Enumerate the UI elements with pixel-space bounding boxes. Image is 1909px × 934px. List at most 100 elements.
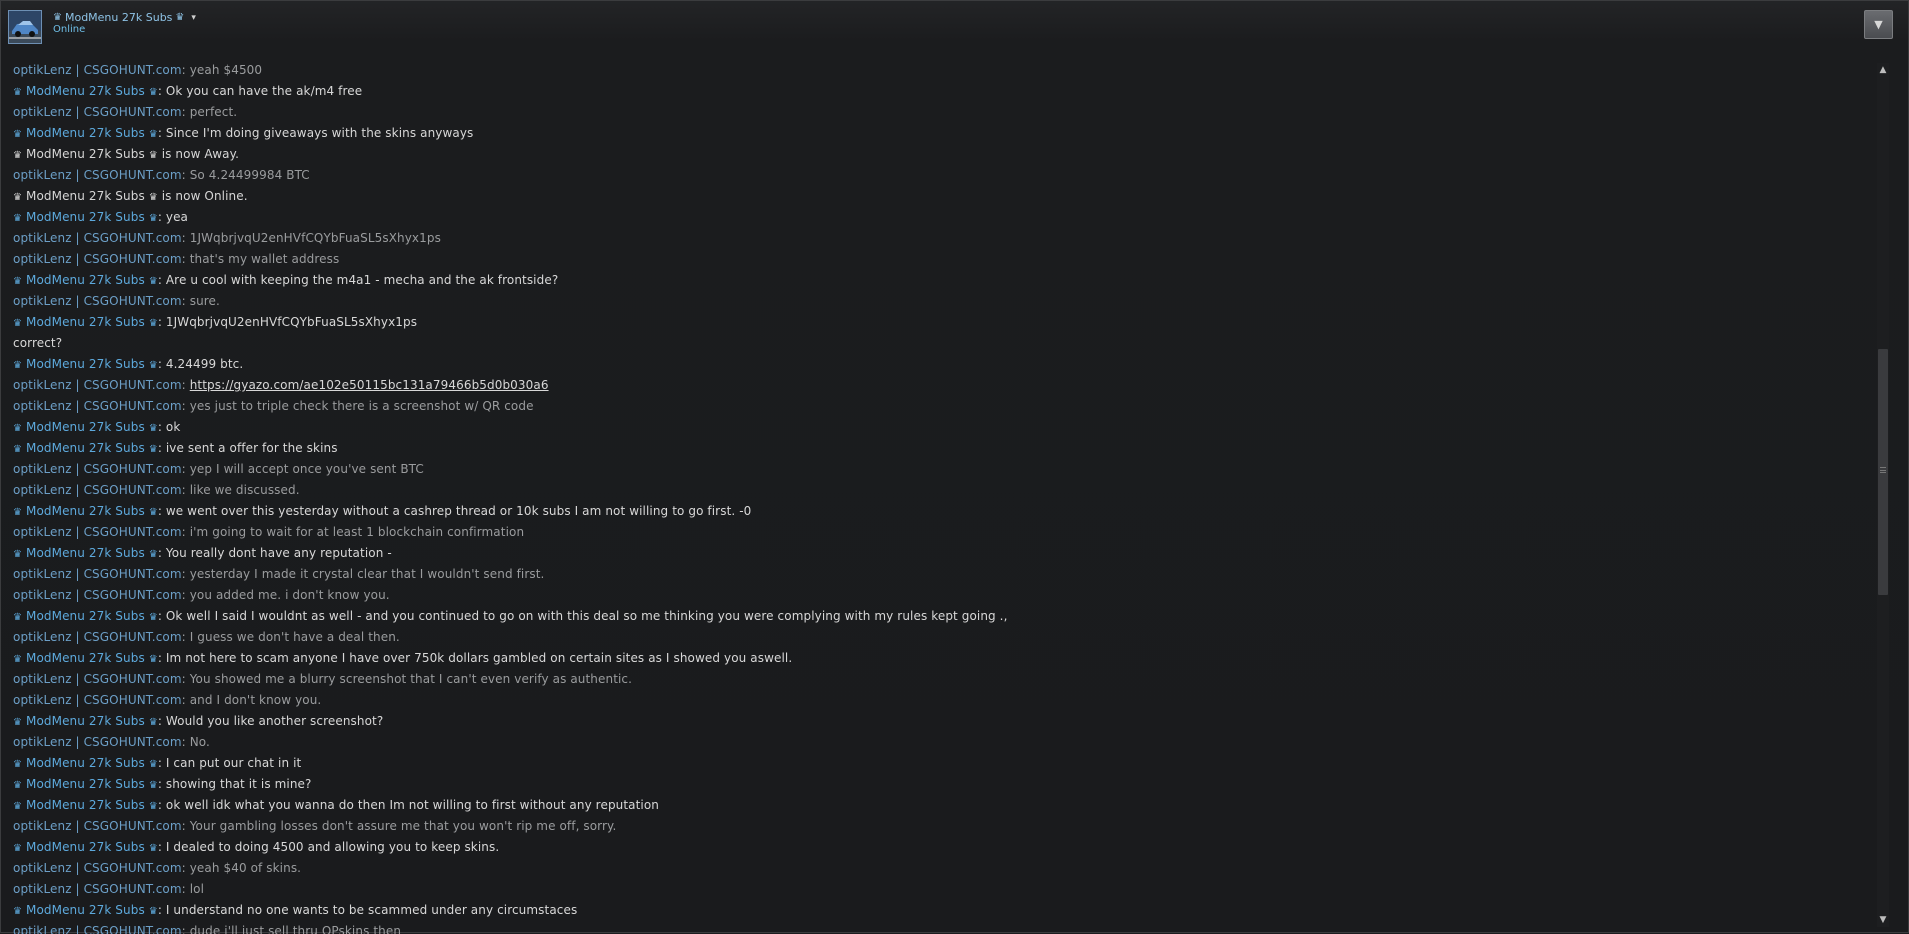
message-sender[interactable]: optikLenz | CSGOHUNT.com: [13, 63, 182, 77]
message-text: You really dont have any reputation -: [165, 546, 392, 560]
message-sender[interactable]: ModMenu 27k Subs: [26, 777, 145, 791]
message-sender[interactable]: optikLenz | CSGOHUNT.com: [13, 294, 182, 308]
chat-message: optikLenz | CSGOHUNT.com: So 4.24499984 …: [13, 168, 310, 182]
message-sender[interactable]: ModMenu 27k Subs: [26, 126, 145, 140]
crown-icon: ♛: [13, 444, 23, 455]
message-sender[interactable]: optikLenz | CSGOHUNT.com: [13, 252, 182, 266]
chat-message: optikLenz | CSGOHUNT.com: dude i'll just…: [13, 921, 1873, 934]
chevron-down-icon[interactable]: ▾: [191, 13, 196, 23]
chat-message: optikLenz | CSGOHUNT.com: yes just to tr…: [13, 399, 534, 413]
avatar-car-image: [9, 11, 41, 43]
crown-icon: ♛: [13, 507, 23, 518]
message-sender[interactable]: optikLenz | CSGOHUNT.com: [13, 672, 182, 686]
chat-message: ♛ ModMenu 27k Subs ♛: 4.24499 btc.: [13, 357, 244, 371]
message-sender[interactable]: ModMenu 27k Subs: [26, 189, 145, 203]
crown-icon: ♛: [148, 801, 158, 812]
scrollbar[interactable]: ▲ ▼: [1877, 63, 1889, 927]
message-sender[interactable]: optikLenz | CSGOHUNT.com: [13, 567, 182, 581]
crown-icon: ♛: [13, 780, 23, 791]
message-sender[interactable]: ModMenu 27k Subs: [26, 441, 145, 455]
crown-icon: ♛: [13, 654, 23, 665]
message-sender[interactable]: optikLenz | CSGOHUNT.com: [13, 105, 182, 119]
chat-message: ♛ ModMenu 27k Subs ♛: showing that it is…: [13, 777, 312, 791]
message-sender[interactable]: optikLenz | CSGOHUNT.com: [13, 630, 182, 644]
message-sender[interactable]: ModMenu 27k Subs: [26, 609, 145, 623]
message-text: you added me. i don't know you.: [189, 588, 390, 602]
crown-icon: ♛: [13, 360, 23, 371]
chat-message: optikLenz | CSGOHUNT.com: perfect.: [13, 105, 238, 119]
chat-message: optikLenz | CSGOHUNT.com: like we discus…: [13, 483, 300, 497]
message-sender[interactable]: optikLenz | CSGOHUNT.com: [13, 525, 182, 539]
chat-message: optikLenz | CSGOHUNT.com: lol: [13, 882, 205, 896]
message-sender[interactable]: ModMenu 27k Subs: [26, 315, 145, 329]
message-sender[interactable]: optikLenz | CSGOHUNT.com: [13, 693, 182, 707]
friend-name-text: ModMenu 27k Subs: [64, 11, 173, 24]
crown-icon: ♛: [148, 423, 158, 434]
message-sender[interactable]: ModMenu 27k Subs: [26, 357, 145, 371]
message-sender[interactable]: optikLenz | CSGOHUNT.com: [13, 882, 182, 896]
message-text: yea: [165, 210, 189, 224]
chat-message: ♛ ModMenu 27k Subs ♛: I can put our chat…: [13, 756, 302, 770]
message-text: ok well idk what you wanna do then Im no…: [165, 798, 660, 812]
message-sender[interactable]: optikLenz | CSGOHUNT.com: [13, 168, 182, 182]
crown-icon: ♛: [148, 318, 158, 329]
message-sender[interactable]: optikLenz | CSGOHUNT.com: [13, 231, 182, 245]
crown-icon: ♛: [148, 213, 158, 224]
message-sender[interactable]: ModMenu 27k Subs: [26, 210, 145, 224]
message-sender[interactable]: optikLenz | CSGOHUNT.com: [13, 462, 182, 476]
message-text: 1JWqbrjvqU2enHVfCQYbFuaSL5sXhyx1ps: [189, 231, 441, 245]
message-text: we went over this yesterday without a ca…: [165, 504, 752, 518]
crown-icon: ♛: [148, 192, 158, 203]
message-sender[interactable]: ModMenu 27k Subs: [26, 546, 145, 560]
chat-message: optikLenz | CSGOHUNT.com: sure.: [13, 294, 220, 308]
message-sender[interactable]: optikLenz | CSGOHUNT.com: [13, 588, 182, 602]
message-sender[interactable]: optikLenz | CSGOHUNT.com: [13, 735, 182, 749]
message-sender[interactable]: ModMenu 27k Subs: [26, 651, 145, 665]
crown-icon: ♛: [13, 129, 23, 140]
status-text: is now Online.: [161, 189, 248, 203]
chat-message: optikLenz | CSGOHUNT.com: i'm going to w…: [13, 525, 525, 539]
message-sender[interactable]: ModMenu 27k Subs: [26, 273, 145, 287]
friend-name[interactable]: ♛ ModMenu 27k Subs ♛ ▾: [53, 11, 196, 24]
message-sender[interactable]: optikLenz | CSGOHUNT.com: [13, 861, 182, 875]
message-text: yes just to triple check there is a scre…: [189, 399, 534, 413]
message-text: perfect.: [189, 105, 238, 119]
scroll-up-icon[interactable]: ▲: [1877, 63, 1889, 77]
message-sender[interactable]: ModMenu 27k Subs: [26, 147, 145, 161]
menu-button[interactable]: ▼: [1864, 10, 1893, 39]
message-sender[interactable]: ModMenu 27k Subs: [26, 903, 145, 917]
message-link[interactable]: https://gyazo.com/ae102e50115bc131a79466…: [190, 378, 549, 392]
message-text: You showed me a blurry screenshot that I…: [189, 672, 633, 686]
message-sender[interactable]: ModMenu 27k Subs: [26, 420, 145, 434]
scroll-thumb[interactable]: [1878, 349, 1888, 595]
message-text: No.: [189, 735, 210, 749]
message-sender[interactable]: ModMenu 27k Subs: [26, 714, 145, 728]
chat-message: optikLenz | CSGOHUNT.com: yeah $40 of sk…: [13, 861, 302, 875]
message-sender[interactable]: optikLenz | CSGOHUNT.com: [13, 819, 182, 833]
message-sender[interactable]: ModMenu 27k Subs: [26, 756, 145, 770]
message-text: ive sent a offer for the skins: [165, 441, 338, 455]
message-sender[interactable]: optikLenz | CSGOHUNT.com: [13, 378, 182, 392]
message-text: I understand no one wants to be scammed …: [165, 903, 578, 917]
message-text: Would you like another screenshot?: [165, 714, 384, 728]
message-sender[interactable]: ModMenu 27k Subs: [26, 504, 145, 518]
message-sender[interactable]: optikLenz | CSGOHUNT.com: [13, 399, 182, 413]
chat-log[interactable]: optikLenz | CSGOHUNT.com: yeah $4500 ♛ Mo…: [13, 60, 1873, 934]
chat-message: optikLenz | CSGOHUNT.com: yeah $4500: [13, 63, 263, 77]
chat-message: ♛ ModMenu 27k Subs ♛: Ok well I said I w…: [13, 609, 1008, 623]
message-text: 1JWqbrjvqU2enHVfCQYbFuaSL5sXhyx1ps: [165, 315, 418, 329]
crown-icon: ♛: [148, 759, 158, 770]
chat-message: optikLenz | CSGOHUNT.com: that's my wall…: [13, 252, 340, 266]
message-sender[interactable]: optikLenz | CSGOHUNT.com: [13, 483, 182, 497]
crown-icon: ♛: [148, 780, 158, 791]
message-sender[interactable]: ModMenu 27k Subs: [26, 84, 145, 98]
message-text: yeah $40 of skins.: [189, 861, 302, 875]
crown-icon: ♛: [13, 87, 23, 98]
message-sender[interactable]: ModMenu 27k Subs: [26, 798, 145, 812]
chat-message: optikLenz | CSGOHUNT.com: Your gambling …: [13, 819, 617, 833]
chat-message: ♛ ModMenu 27k Subs ♛ is now Online.: [13, 186, 1873, 207]
scroll-down-icon[interactable]: ▼: [1877, 913, 1889, 927]
chat-message: ♛ ModMenu 27k Subs ♛: yea: [13, 210, 189, 224]
message-sender[interactable]: ModMenu 27k Subs: [26, 840, 145, 854]
avatar[interactable]: [8, 10, 42, 44]
